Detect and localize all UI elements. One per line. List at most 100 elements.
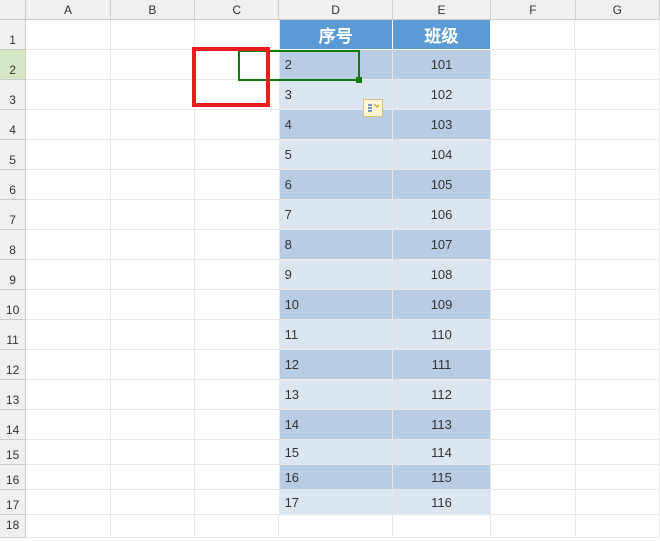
cell[interactable] [491,320,575,350]
col-header-b[interactable]: B [111,0,195,20]
cell[interactable] [111,320,195,350]
cell[interactable] [576,110,660,140]
cell[interactable] [111,50,195,80]
row-header-2[interactable]: 2 [0,50,26,80]
row-header-16[interactable]: 16 [0,465,26,490]
cell[interactable] [26,350,110,380]
cell[interactable] [26,200,110,230]
seq-cell[interactable]: 7 [280,200,393,230]
cell[interactable] [195,290,279,320]
class-cell[interactable]: 114 [393,440,491,465]
cell[interactable] [26,440,110,465]
cell[interactable] [111,380,195,410]
cell[interactable] [491,440,575,465]
select-all-corner[interactable] [0,0,26,20]
row-header-1[interactable]: 1 [0,20,26,50]
cell[interactable] [26,465,110,490]
cell[interactable] [111,440,195,465]
cell[interactable] [26,320,110,350]
cell[interactable] [195,515,279,538]
row-header-5[interactable]: 5 [0,140,26,170]
cell[interactable] [26,50,110,80]
cell[interactable] [26,20,110,50]
cell[interactable] [111,410,195,440]
cell[interactable] [576,490,660,515]
cell[interactable] [279,515,392,538]
cell[interactable] [195,260,279,290]
cell[interactable] [576,380,660,410]
row-header-18[interactable]: 18 [0,515,26,538]
cell[interactable] [111,230,195,260]
cell[interactable] [26,290,110,320]
cell[interactable] [576,290,660,320]
cell[interactable] [491,490,575,515]
cell[interactable] [576,440,660,465]
cell[interactable] [576,80,660,110]
row-header-3[interactable]: 3 [0,80,26,110]
row-header-12[interactable]: 12 [0,350,26,380]
cell[interactable] [491,515,575,538]
cell[interactable] [491,290,575,320]
seq-cell[interactable]: 14 [280,410,393,440]
class-cell[interactable]: 112 [393,380,491,410]
cell[interactable] [111,110,195,140]
row-header-4[interactable]: 4 [0,110,26,140]
cell[interactable] [576,230,660,260]
cell[interactable] [195,110,279,140]
row-header-13[interactable]: 13 [0,380,26,410]
seq-cell[interactable]: 15 [280,440,393,465]
seq-cell[interactable]: 10 [280,290,393,320]
cell[interactable] [111,465,195,490]
cell[interactable] [491,170,575,200]
cell[interactable] [195,200,279,230]
cell[interactable] [491,200,575,230]
cell[interactable] [576,170,660,200]
cell[interactable] [111,170,195,200]
seq-cell[interactable]: 2 [280,50,393,80]
class-cell[interactable]: 105 [393,170,491,200]
seq-cell[interactable]: 12 [280,350,393,380]
cell[interactable] [576,260,660,290]
row-header-14[interactable]: 14 [0,410,26,440]
row-header-11[interactable]: 11 [0,320,26,350]
cell[interactable] [195,440,279,465]
cell[interactable] [111,515,195,538]
col-header-a[interactable]: A [26,0,110,20]
cell[interactable] [111,80,195,110]
class-cell[interactable]: 104 [393,140,491,170]
cell[interactable] [195,140,279,170]
class-cell[interactable]: 115 [393,465,491,490]
cell[interactable] [576,350,660,380]
cell[interactable] [26,140,110,170]
class-cell[interactable]: 109 [393,290,491,320]
cell[interactable] [491,380,575,410]
table-header-seq[interactable]: 序号 [280,20,393,50]
row-header-6[interactable]: 6 [0,170,26,200]
cell[interactable] [26,170,110,200]
cell[interactable] [576,50,660,80]
row-header-9[interactable]: 9 [0,260,26,290]
seq-cell[interactable]: 5 [280,140,393,170]
cell[interactable] [491,260,575,290]
class-cell[interactable]: 106 [393,200,491,230]
cell[interactable] [393,515,491,538]
cell[interactable] [195,80,279,110]
class-cell[interactable]: 108 [393,260,491,290]
cell[interactable] [491,410,575,440]
class-cell[interactable]: 107 [393,230,491,260]
col-header-f[interactable]: F [491,0,575,20]
cell[interactable] [26,515,110,538]
cell[interactable] [195,465,279,490]
cell[interactable] [111,260,195,290]
cell[interactable] [111,140,195,170]
cell[interactable] [195,230,279,260]
row-header-7[interactable]: 7 [0,200,26,230]
cell[interactable] [491,230,575,260]
cell[interactable] [195,490,279,515]
col-header-c[interactable]: C [195,0,279,20]
cell[interactable] [576,200,660,230]
cell[interactable] [491,80,575,110]
cell[interactable] [195,170,279,200]
seq-cell[interactable]: 16 [280,465,393,490]
cell[interactable] [195,20,279,50]
